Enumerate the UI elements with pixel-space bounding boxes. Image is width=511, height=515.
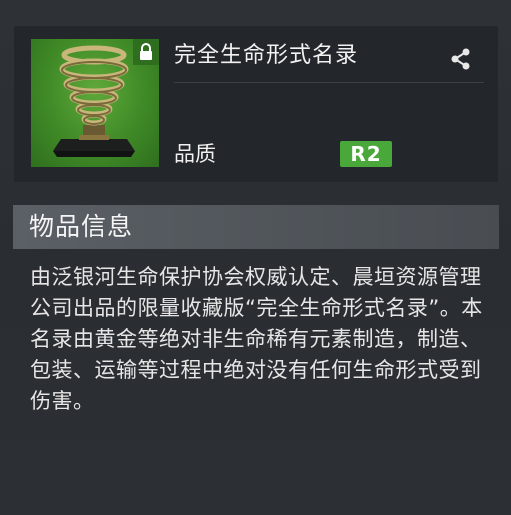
quality-label: 品质 (174, 142, 216, 166)
section-title: 物品信息 (29, 212, 134, 241)
share-icon[interactable] (448, 46, 474, 72)
item-header-card: 完全生命形式名录 品质 R2 (14, 26, 498, 182)
item-description: 由泛银河生命保护协会权威认定、晨垣资源管理公司出品的限量收藏版“完全生命形式名录… (30, 265, 483, 413)
title-divider (174, 82, 484, 83)
item-thumbnail[interactable] (31, 39, 159, 167)
item-title: 完全生命形式名录 (174, 43, 359, 68)
item-info-section-header: 物品信息 (13, 205, 499, 249)
item-detail-page: 完全生命形式名录 品质 R2 物品信息 由泛银河生命保护协会权威认定、晨垣资源管… (0, 0, 511, 515)
lock-icon (133, 39, 159, 65)
quality-grade-badge: R2 (340, 141, 392, 167)
